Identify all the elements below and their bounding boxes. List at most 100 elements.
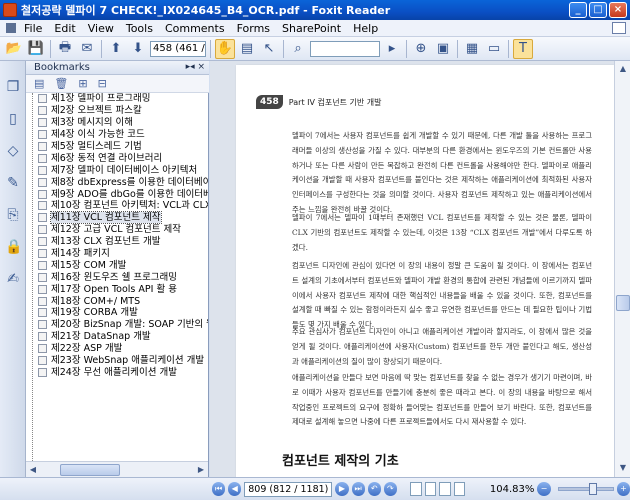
bookmark-item[interactable]: 제13장 CLX 컴포넌트 개발	[26, 236, 208, 248]
comments-tab-icon[interactable]: ✎	[5, 175, 21, 191]
zoom-out-icon[interactable]: −	[537, 482, 551, 496]
open-icon[interactable]: 📂	[4, 39, 24, 59]
save-icon[interactable]: 💾	[26, 39, 46, 59]
delete-bookmark-icon[interactable]: 🗑	[54, 77, 68, 90]
bookmarks-tab-icon[interactable]: ❐	[5, 79, 21, 95]
bookmark-item[interactable]: 제4장 이식 가능한 코드	[26, 129, 208, 141]
bookmark-item[interactable]: 제19장 CORBA 개발	[26, 307, 208, 319]
part-label: Part IV 컴포넌트 기반 개발	[288, 97, 382, 107]
back-icon[interactable]: ↶	[367, 482, 381, 496]
menu-sharepoint[interactable]: SharePoint	[276, 22, 347, 35]
hand-tool-icon[interactable]: ✋	[215, 38, 235, 59]
forward-icon[interactable]: ↷	[383, 482, 397, 496]
bookmark-item[interactable]: 제22장 ASP 개발	[26, 343, 208, 355]
typewriter-icon[interactable]: T	[513, 38, 533, 59]
bookmark-item[interactable]: 제8장 dbExpress를 이용한 데이터베이스 개	[26, 176, 208, 188]
find-icon[interactable]: ⌕	[288, 39, 308, 59]
bookmark-item[interactable]: 제21장 DataSnap 개발	[26, 331, 208, 343]
page-number-input[interactable]: 458 (461 / 118	[150, 40, 206, 57]
scroll-thumb[interactable]	[60, 463, 120, 476]
document-vertical-scrollbar[interactable]: ▲ ▼	[614, 61, 630, 477]
panel-pin-close[interactable]: ▸◂ ×	[186, 61, 205, 74]
bookmark-icon	[38, 344, 47, 354]
bookmark-item[interactable]: 제10장 컴포넌트 아키텍처: VCL과 CLX	[26, 200, 208, 212]
attachments-tab-icon[interactable]: ⎘	[5, 207, 21, 223]
bookmark-item[interactable]: 제2장 오브젝트 파스칼	[26, 105, 208, 117]
facing-view-icon[interactable]	[439, 482, 451, 496]
bookmark-item[interactable]: 제20장 BizSnap 개발: SOAP 기반의 웹 서비	[26, 319, 208, 331]
prev-page-icon[interactable]: ◀	[228, 482, 242, 496]
layers-tab-icon[interactable]: ◇	[5, 143, 21, 159]
bookmark-item[interactable]: 제3장 메시지의 이해	[26, 117, 208, 129]
bookmark-label: 제11장 VCL 컴포넌트 제작	[50, 211, 162, 225]
next-page-icon[interactable]: ▶	[335, 482, 349, 496]
bookmark-item[interactable]: 제17장 Open Tools API 활 용	[26, 283, 208, 295]
bookmark-icon	[38, 332, 47, 342]
menu-forms[interactable]: Forms	[231, 22, 276, 35]
maximize-button[interactable]: □	[589, 2, 607, 18]
menu-comments[interactable]: Comments	[159, 22, 231, 35]
bookmark-item[interactable]: 제14장 패키지	[26, 248, 208, 260]
print-icon[interactable]: 🖶	[55, 39, 75, 59]
zoom-slider[interactable]	[557, 483, 614, 495]
annotation-icon[interactable]: ▭	[484, 39, 504, 59]
find-input[interactable]	[310, 40, 380, 57]
status-page-field[interactable]: 809 (812 / 1181)	[244, 481, 333, 497]
bookmark-item[interactable]: 제11장 VCL 컴포넌트 제작	[26, 211, 208, 225]
bookmark-icon	[38, 153, 47, 163]
scroll-thumb[interactable]	[616, 295, 630, 311]
menu-file[interactable]: File	[18, 22, 48, 35]
bookmarks-horizontal-scrollbar[interactable]: ◀ ▶	[26, 461, 208, 477]
zoom-in-icon[interactable]: +	[616, 482, 630, 496]
bookmark-item[interactable]: 제6장 동적 연결 라이브러리	[26, 152, 208, 164]
new-bookmark-icon[interactable]: ⊞	[78, 77, 87, 90]
find-next-icon[interactable]: ▸	[382, 39, 402, 59]
snapshot-icon[interactable]: ▦	[462, 39, 482, 59]
next-page-icon[interactable]: ⬇	[128, 39, 148, 59]
fit-page-icon[interactable]: ▣	[433, 39, 453, 59]
continuous-view-icon[interactable]	[424, 482, 437, 496]
restore-window-icon[interactable]	[612, 22, 626, 34]
bookmark-menu-icon[interactable]: ▤	[34, 77, 44, 90]
bookmark-item[interactable]: 제18장 COM+/ MTS	[26, 295, 208, 307]
scroll-up-icon[interactable]: ▲	[616, 62, 630, 76]
first-page-icon[interactable]: ⏮	[212, 482, 226, 496]
select-text-icon[interactable]: ▤	[237, 39, 257, 59]
last-page-icon[interactable]: ⏭	[351, 482, 365, 496]
expand-bookmark-icon[interactable]: ⊟	[98, 77, 107, 90]
prev-page-icon[interactable]: ⬆	[106, 39, 126, 59]
bookmark-item[interactable]: 제9장 ADO를 dbGo를 이용한 데이터베이스	[26, 188, 208, 200]
scroll-down-icon[interactable]: ▼	[616, 461, 630, 475]
bookmark-label: 제20장 BizSnap 개발: SOAP 기반의 웹 서비	[51, 319, 208, 331]
single-page-view-icon[interactable]	[410, 482, 422, 496]
bookmark-label: 제22장 ASP 개발	[51, 343, 123, 355]
menu-edit[interactable]: Edit	[48, 22, 81, 35]
bookmark-item[interactable]: 제7장 델파이 데이터베이스 아키텍처	[26, 164, 208, 176]
signature-tab-icon[interactable]: ✍	[5, 271, 21, 287]
document-viewer[interactable]: 458 Part IV 컴포넌트 기반 개발 델파이 7에서는 사용자 컴포넌트…	[210, 61, 630, 477]
pages-tab-icon[interactable]: ▯	[5, 111, 21, 127]
scroll-right-icon[interactable]: ▶	[194, 463, 208, 477]
bookmark-item[interactable]: 제12장 고급 VCL 컴포넌트 제작	[26, 224, 208, 236]
minimize-button[interactable]: _	[569, 2, 587, 18]
select-icon[interactable]: ↖	[259, 39, 279, 59]
bookmark-icon	[38, 165, 47, 175]
bookmark-item[interactable]: 제5장 멀티스레드 기법	[26, 141, 208, 153]
bookmark-item[interactable]: 제1장 델파이 프로그래밍	[26, 93, 208, 105]
bookmark-item[interactable]: 제23장 WebSnap 애플리케이션 개발	[26, 355, 208, 367]
bookmark-item[interactable]: 제15장 COM 개발	[26, 259, 208, 271]
continuous-facing-view-icon[interactable]	[453, 482, 465, 496]
scroll-left-icon[interactable]: ◀	[26, 463, 40, 477]
menu-tools[interactable]: Tools	[120, 22, 159, 35]
bookmark-icon	[38, 249, 47, 259]
zoom-slider-knob[interactable]	[588, 483, 597, 495]
email-icon[interactable]: ✉	[77, 39, 97, 59]
zoom-icon[interactable]: ⊕	[411, 39, 431, 59]
security-tab-icon[interactable]: 🔒	[5, 239, 22, 255]
pdf-page: 458 Part IV 컴포넌트 기반 개발 델파이 7에서는 사용자 컴포넌트…	[236, 65, 614, 477]
bookmark-item[interactable]: 제16장 윈도우즈 쉘 프로그래밍	[26, 271, 208, 283]
bookmark-item[interactable]: 제24장 무선 애플리케이션 개발	[26, 366, 208, 378]
menu-help[interactable]: Help	[347, 22, 384, 35]
menu-view[interactable]: View	[82, 22, 120, 35]
close-button[interactable]: ×	[609, 2, 627, 18]
